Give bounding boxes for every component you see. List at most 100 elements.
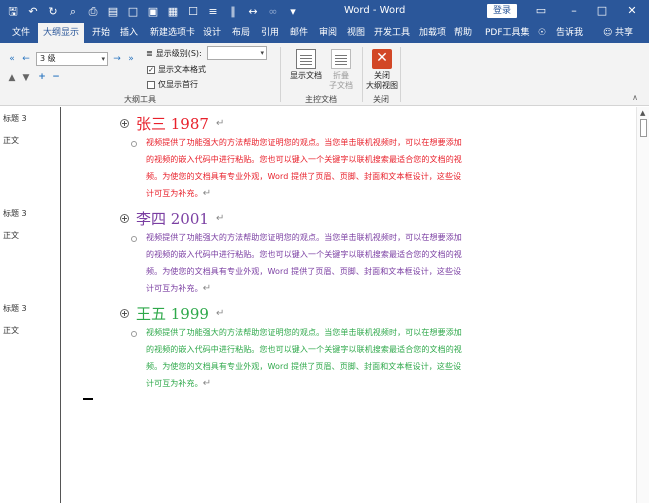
maximize-icon[interactable]: □ <box>594 3 610 19</box>
promote-to-heading1-icon[interactable]: « <box>7 54 17 64</box>
tab-file[interactable]: 文件 <box>12 23 30 43</box>
tab-outline[interactable]: 大纲显示 <box>38 23 85 43</box>
body-text: 视频提供了功能强大的方法帮助您证明您的观点。当您单击联机视频时，可以在想要添加的… <box>146 138 462 198</box>
collapse-subdocuments-button[interactable]: 折叠 子文档 <box>323 49 359 91</box>
title-bar: 🖫 ↶ ↻ ⌕ ⎙ ▤ □ ▣ ▦ ☐ ≡ ∥ ↔ ∞ ▾ Word - Wor… <box>0 0 649 23</box>
show-level-label: 显示级别(S): <box>155 49 202 58</box>
expand-plus-icon[interactable]: + <box>120 309 129 318</box>
tab-review[interactable]: 审阅 <box>319 23 337 43</box>
vertical-scrollbar[interactable]: ▲ <box>636 107 649 503</box>
close-outline-label-1: 关闭 <box>374 71 390 80</box>
show-text-format-checkbox[interactable]: ✓ 显示文本格式 <box>147 64 206 75</box>
quick-access-toolbar: 🖫 ↶ ↻ ⌕ ⎙ ▤ □ ▣ ▦ ☐ ≡ ∥ ↔ ∞ ▾ <box>6 3 300 20</box>
body-bullet-icon <box>131 331 137 337</box>
show-level-dropdown[interactable]: ▾ <box>207 46 267 60</box>
move-down-icon[interactable]: ▼ <box>21 73 31 83</box>
close-icon[interactable]: ✕ <box>624 3 640 19</box>
table-icon[interactable]: ▦ <box>166 5 180 19</box>
paragraph-mark-icon: ↵ <box>202 283 212 294</box>
share-icon[interactable]: ☺ <box>603 23 612 43</box>
link-icon[interactable]: ∞ <box>266 5 280 19</box>
demote-to-body-icon[interactable]: » <box>126 54 136 64</box>
resize-icon[interactable]: ↔ <box>246 5 260 19</box>
expand-plus-icon[interactable]: + <box>120 214 129 223</box>
columns-icon[interactable]: ∥ <box>226 5 240 19</box>
ribbon-tabs: 文件 大纲显示 开始 插入 新建选项卡 设计 布局 引用 邮件 审阅 视图 开发… <box>0 23 649 43</box>
scroll-thumb[interactable] <box>640 119 647 137</box>
outline-level-dropdown[interactable]: 3 级 ▾ <box>36 52 108 66</box>
collapse-ribbon-icon[interactable]: ∧ <box>630 93 640 102</box>
body-paragraph[interactable]: 视频提供了功能强大的方法帮助您证明您的观点。当您单击联机视频时，可以在想要添加的… <box>146 229 464 297</box>
expand-plus-icon[interactable]: + <box>120 119 129 128</box>
login-button[interactable]: 登录 <box>487 4 517 18</box>
tab-view[interactable]: 视图 <box>347 23 365 43</box>
body-paragraph[interactable]: 视频提供了功能强大的方法帮助您证明您的观点。当您单击联机视频时，可以在想要添加的… <box>146 324 464 392</box>
lightbulb-icon[interactable]: ☉ <box>538 23 546 43</box>
checkbox-empty <box>147 80 155 89</box>
heading-text: 张三 1987 <box>136 115 209 133</box>
expand-icon[interactable]: + <box>37 72 47 82</box>
tab-addins[interactable]: 加载项 <box>419 23 446 43</box>
close-outline-view-button[interactable]: ✕ 关闭 大纲视图 <box>364 49 400 91</box>
tab-developer[interactable]: 开发工具 <box>374 23 410 43</box>
master-document-group-label: 主控文档 <box>305 95 337 104</box>
tab-references[interactable]: 引用 <box>261 23 279 43</box>
redo-icon[interactable]: ↻ <box>46 5 60 19</box>
body-bullet-icon <box>131 236 137 242</box>
tab-design[interactable]: 设计 <box>203 23 221 43</box>
tab-layout[interactable]: 布局 <box>232 23 250 43</box>
group-divider <box>362 47 363 102</box>
style-label: 正文 <box>3 326 19 335</box>
outline-heading[interactable]: + 王五 1999 ↵ <box>120 303 224 324</box>
demote-icon[interactable]: → <box>112 54 122 64</box>
style-area-pane: 标题 3 正文 标题 3 正文 标题 3 正文 <box>0 107 61 503</box>
collapse-subdocuments-icon <box>331 49 351 69</box>
minimize-icon[interactable]: – <box>566 3 582 19</box>
paragraph-icon[interactable]: ≡ <box>206 5 220 19</box>
undo-icon[interactable]: ↶ <box>26 5 40 19</box>
save-icon[interactable]: 🖫 <box>6 5 20 19</box>
outline-tools-group-label: 大纲工具 <box>124 95 156 104</box>
show-document-button[interactable]: 显示文档 <box>286 49 326 81</box>
paste-icon[interactable]: ▣ <box>146 5 160 19</box>
show-first-line-label: 仅显示首行 <box>158 80 198 89</box>
outline-heading[interactable]: + 张三 1987 ↵ <box>120 113 224 134</box>
show-level-icon: ≣ <box>146 49 153 58</box>
paragraph-mark-icon: ↵ <box>215 118 225 129</box>
heading-text: 王五 1999 <box>136 305 209 323</box>
dropdown-icon[interactable]: ▾ <box>286 5 300 19</box>
paragraph-mark-icon: ↵ <box>202 188 212 199</box>
tab-help[interactable]: 帮助 <box>454 23 472 43</box>
tab-mailings[interactable]: 邮件 <box>290 23 308 43</box>
outline-level-value: 3 级 <box>40 54 56 63</box>
print-icon[interactable]: ⎙ <box>86 5 100 19</box>
ribbon-display-icon[interactable]: ▭ <box>533 3 549 19</box>
checkmark-icon: ✓ <box>147 65 155 74</box>
paragraph-mark-icon: ↵ <box>215 308 225 319</box>
scroll-up-icon[interactable]: ▲ <box>640 109 645 117</box>
open-icon[interactable]: ▤ <box>106 5 120 19</box>
body-bullet-icon <box>131 141 137 147</box>
tab-new-tab[interactable]: 新建选项卡 <box>150 23 195 43</box>
print-preview-icon[interactable]: ⌕ <box>66 5 80 19</box>
share-button[interactable]: 共享 <box>615 23 633 43</box>
collapse-subdocuments-label-1: 折叠 <box>333 71 349 80</box>
ribbon-outline: « ← 3 级 ▾ → » ▲ ▼ + − ≣ 显示级别(S): ▾ ✓ 显示文… <box>0 43 649 106</box>
tab-insert[interactable]: 插入 <box>120 23 138 43</box>
promote-icon[interactable]: ← <box>21 54 31 64</box>
body-paragraph[interactable]: 视频提供了功能强大的方法帮助您证明您的观点。当您单击联机视频时，可以在想要添加的… <box>146 134 464 202</box>
group-divider <box>400 47 401 102</box>
show-first-line-checkbox[interactable]: 仅显示首行 <box>147 79 198 90</box>
show-document-icon <box>296 49 316 69</box>
move-up-icon[interactable]: ▲ <box>7 73 17 83</box>
outline-heading[interactable]: + 李四 2001 ↵ <box>120 208 224 229</box>
heading-text: 李四 2001 <box>136 210 209 228</box>
clipboard-icon[interactable]: ☐ <box>186 5 200 19</box>
collapse-subdocuments-label-2: 子文档 <box>329 81 353 90</box>
style-label: 标题 3 <box>3 114 27 123</box>
collapse-icon[interactable]: − <box>51 72 61 82</box>
tell-me-search[interactable]: 告诉我 <box>556 23 583 43</box>
new-doc-icon[interactable]: □ <box>126 5 140 19</box>
tab-pdf-tools[interactable]: PDF工具集 <box>485 23 530 43</box>
tab-home[interactable]: 开始 <box>92 23 110 43</box>
